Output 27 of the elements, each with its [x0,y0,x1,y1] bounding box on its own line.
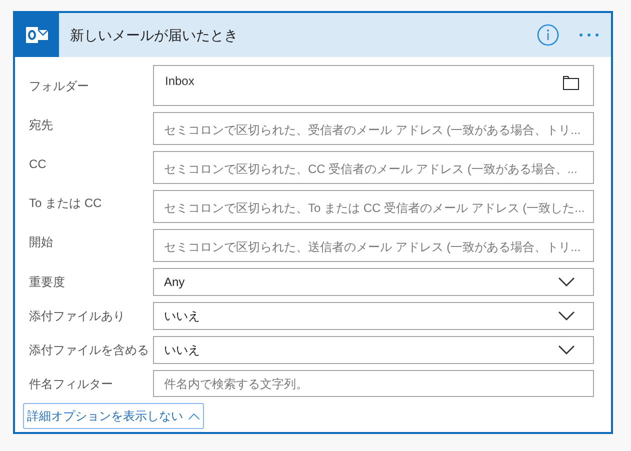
text-field[interactable]: セミコロンで区切られた、送信者のメール アドレス (一致がある場合、トリ... [153,229,594,262]
field-label: To または CC [28,195,103,212]
text-field[interactable]: セミコロンで区切られた、受信者のメール アドレス (一致がある場合、トリ... [153,112,594,145]
field-label: 添付ファイルあり [28,308,126,325]
dropdown[interactable]: Any [153,268,594,296]
field-label: 添付ファイルを含める [28,342,150,359]
text-field[interactable]: セミコロンで区切られた、CC 受信者のメール アドレス (一致がある場合、... [153,151,594,184]
chevron-up-icon [188,412,200,420]
field-label: フォルダー [28,78,90,95]
chevron-down-icon [558,277,575,287]
advanced-options-button[interactable]: 詳細オプションを表示しない [23,403,204,429]
info-icon[interactable] [537,24,559,46]
folder-icon [563,76,579,90]
field-label: 開始 [28,234,54,251]
chevron-down-icon [558,311,575,321]
card-title: 新しいメールが届いたとき [70,26,239,44]
text-field[interactable]: 件名内で検索する文字列。 [153,370,594,397]
dropdown[interactable]: いいえ [153,336,594,364]
field-label: CC [28,156,48,173]
chevron-down-icon [558,345,575,355]
dropdown[interactable]: いいえ [153,302,594,330]
folder-field[interactable]: Inbox [153,65,594,106]
field-label: 件名フィルター [28,376,114,392]
field-label: 重要度 [28,274,66,291]
more-icon[interactable] [579,33,599,37]
field-label: 宛先 [28,117,54,134]
text-field[interactable]: セミコロンで区切られた、To または CC 受信者のメール アドレス (一致した... [153,190,594,223]
